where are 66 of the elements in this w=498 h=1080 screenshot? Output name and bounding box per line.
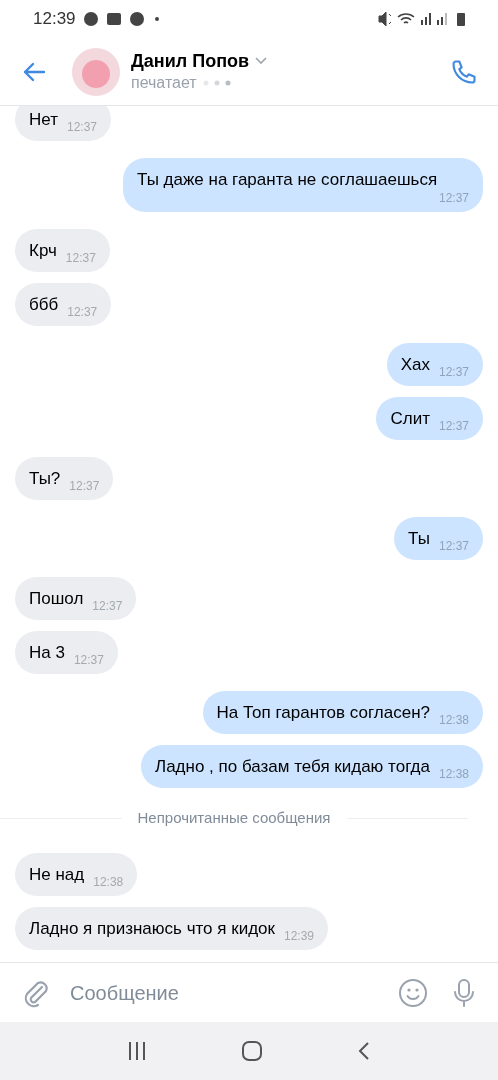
outgoing-message-bubble[interactable]: Хах 12:37 — [386, 343, 483, 386]
message-text: Ладно я признаюсь что я кидок — [29, 917, 275, 940]
message-time: 12:37 — [65, 251, 96, 265]
message-time: 12:37 — [67, 305, 98, 319]
recent-apps-icon[interactable] — [127, 1041, 147, 1061]
message-text: Ты? — [29, 468, 61, 490]
incoming-message-bubble[interactable]: Нет 12:37 — [15, 106, 111, 141]
typing-dots-icon — [202, 79, 233, 86]
outgoing-message-bubble[interactable]: Ладно , по базам тебя кидаю тогда 12:38 — [140, 745, 483, 788]
wifi-icon — [397, 12, 415, 26]
unread-divider-label: Непрочитанные сообщения — [137, 808, 331, 828]
microphone-icon[interactable] — [452, 977, 476, 1008]
incoming-message-bubble[interactable]: ббб 12:37 — [15, 283, 112, 326]
message-time: 12:39 — [283, 928, 314, 943]
incoming-message-bubble[interactable]: Пошол 12:37 — [15, 577, 137, 620]
home-icon[interactable] — [241, 1040, 263, 1062]
typing-status: печатает — [131, 72, 197, 93]
message-time: 12:38 — [438, 713, 469, 727]
message-text: Ты даже на гаранта не соглашаешься — [137, 169, 438, 191]
message-time: 12:37 — [73, 653, 104, 667]
incoming-message-bubble[interactable]: Ладно я признаюсь что я кидок 12:39 — [15, 906, 328, 950]
app-notification-icon — [128, 11, 145, 27]
image-icon — [106, 13, 121, 25]
incoming-message-bubble[interactable]: Крч 12:37 — [15, 229, 110, 272]
message-time: 12:37 — [438, 419, 469, 433]
chevron-down-icon[interactable] — [255, 56, 268, 65]
contact-name[interactable]: Данил Попов — [131, 49, 250, 72]
back-arrow-icon[interactable] — [22, 61, 46, 82]
message-time: 12:37 — [438, 191, 469, 205]
message-text: На 3 — [29, 642, 65, 664]
phone-icon[interactable] — [450, 57, 478, 86]
outgoing-message-bubble[interactable]: Слит 12:37 — [376, 397, 483, 440]
back-icon[interactable] — [357, 1041, 371, 1061]
message-text: Пошол — [29, 588, 84, 610]
message-time: 12:38 — [93, 874, 124, 889]
message-text: Не над — [29, 863, 85, 886]
status-time: 12:39 — [33, 8, 76, 31]
message-time: 12:37 — [69, 479, 100, 493]
message-time: 12:37 — [438, 539, 469, 553]
message-text: Нет — [29, 109, 58, 131]
more-notifications-icon — [154, 17, 159, 21]
incoming-message-bubble[interactable]: Не над 12:38 — [15, 852, 138, 896]
message-time: 12:37 — [438, 365, 469, 379]
incoming-message-bubble[interactable]: На 3 12:37 — [15, 631, 118, 674]
message-input[interactable]: Сообщение — [70, 977, 398, 1008]
incoming-message-bubble[interactable]: Ты? 12:37 — [15, 457, 114, 500]
outgoing-message-bubble[interactable]: Ты 12:37 — [394, 517, 483, 560]
avatar[interactable] — [72, 47, 120, 96]
signal-icon — [437, 13, 447, 25]
message-time: 12:37 — [66, 120, 97, 134]
message-text: На Топ гарантов согласен? — [216, 702, 430, 724]
emoji-icon[interactable] — [398, 977, 428, 1008]
message-time: 12:37 — [92, 599, 123, 613]
message-text: Слит — [390, 408, 430, 430]
message-text: Хах — [400, 354, 430, 376]
battery-icon — [457, 12, 465, 26]
outgoing-message-bubble[interactable]: Ты даже на гаранта не соглашаешься 12:37 — [123, 158, 483, 212]
mute-icon — [377, 11, 391, 27]
outgoing-message-bubble[interactable]: На Топ гарантов согласен? 12:38 — [202, 691, 483, 734]
message-text: Крч — [29, 240, 57, 262]
signal-icon — [421, 13, 431, 25]
message-text: Ты — [408, 528, 430, 550]
app-notification-icon — [82, 11, 99, 27]
message-text: Ладно , по базам тебя кидаю тогда — [154, 756, 430, 778]
message-text: ббб — [29, 294, 59, 316]
message-time: 12:38 — [438, 767, 469, 781]
